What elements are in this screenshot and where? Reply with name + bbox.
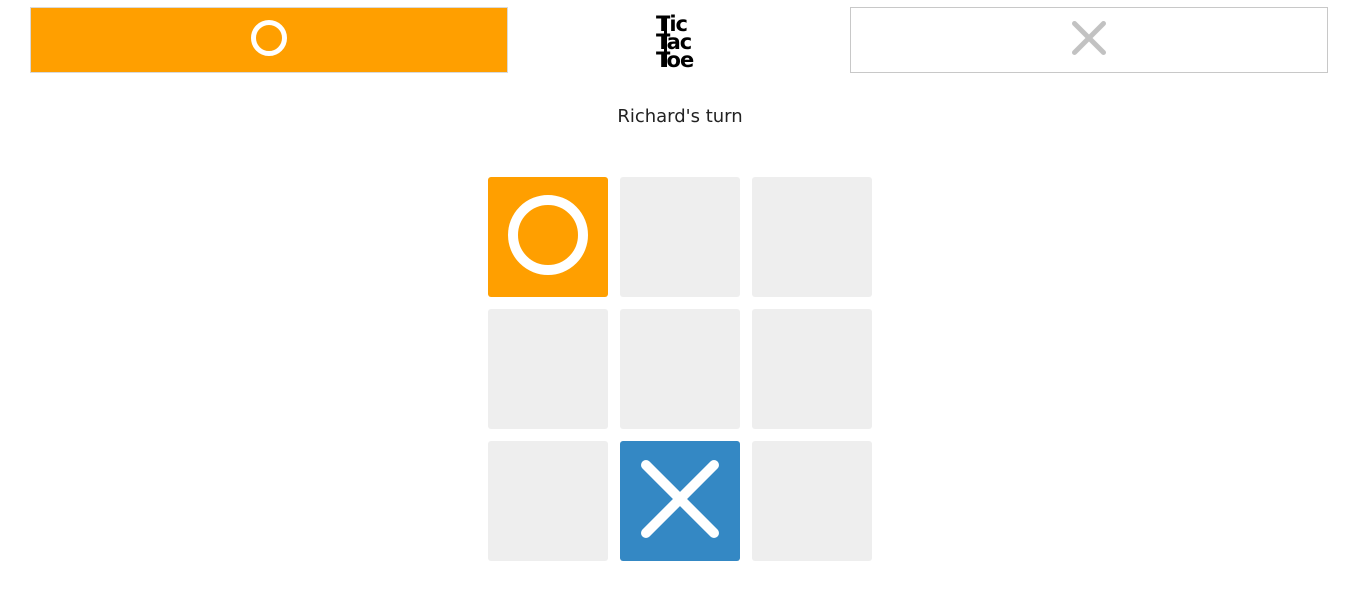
game-board [488, 177, 872, 561]
board-cell-1-1[interactable] [488, 177, 608, 297]
board-cell-2-2[interactable] [620, 309, 740, 429]
board-cell-3-1[interactable] [488, 441, 608, 561]
o-icon [251, 20, 287, 60]
board-cell-3-2[interactable] [620, 441, 740, 561]
player-o-panel[interactable] [30, 7, 508, 73]
logo: Tic Tac Toe [656, 13, 704, 72]
x-icon [640, 459, 720, 543]
o-icon [508, 195, 588, 279]
logo-line-3: Toe [656, 48, 694, 72]
board-cell-2-3[interactable] [752, 309, 872, 429]
game-page: Tic Tac Toe Richard's turn [0, 0, 1360, 616]
player-x-panel[interactable] [850, 7, 1328, 73]
board-cell-3-3[interactable] [752, 441, 872, 561]
board-cell-1-3[interactable] [752, 177, 872, 297]
board-cell-1-2[interactable] [620, 177, 740, 297]
x-icon [1071, 20, 1107, 60]
turn-status: Richard's turn [617, 106, 743, 127]
board-cell-2-1[interactable] [488, 309, 608, 429]
